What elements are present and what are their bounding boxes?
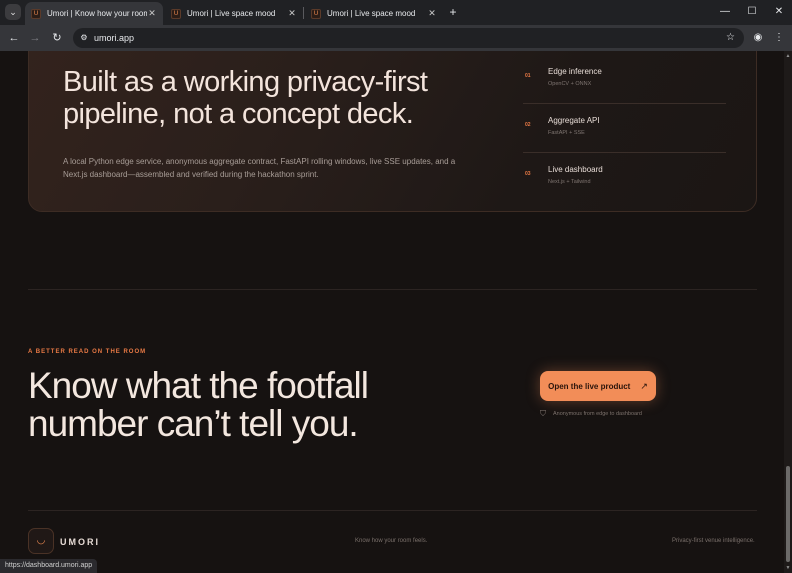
umori-favicon: U — [311, 8, 321, 19]
card-description: A local Python edge service, anonymous a… — [63, 157, 456, 179]
step-number: 03 — [525, 171, 531, 177]
close-icon[interactable]: ✕ — [287, 8, 297, 19]
pipeline-card: Built as a working privacy-first pipelin… — [28, 51, 757, 212]
cta-headline: Know what the footfall number can’t tell… — [28, 365, 369, 444]
page-scrollbar[interactable]: ▲ ▼ — [784, 51, 792, 573]
tab-title: Umori | Live space mood — [327, 9, 416, 18]
tab-umori-know[interactable]: U Umori | Know how your room feels ✕ — [25, 2, 163, 25]
step-tech: OpenCV + ONNX — [548, 81, 592, 87]
pipeline-step: 02 Aggregate API FastAPI + SSE — [523, 104, 726, 153]
step-number: 01 — [525, 73, 531, 79]
cta-note: ⛉ Anonymous from edge to dashboard — [540, 409, 642, 419]
umori-favicon: U — [171, 8, 181, 19]
step-name: Aggregate API — [548, 116, 600, 125]
card-title: Built as a working privacy-first pipelin… — [63, 66, 428, 130]
umori-favicon: U — [31, 8, 41, 19]
footer-tagline: Know how your room feels. — [355, 538, 428, 544]
chevron-down-icon[interactable]: ⌄ — [5, 4, 21, 20]
url-text[interactable]: umori.app — [94, 32, 134, 44]
tab-title: Umori | Live space mood — [187, 9, 276, 18]
scrollbar-thumb[interactable] — [786, 466, 790, 562]
step-name: Edge inference — [548, 67, 602, 76]
new-tab-button[interactable]: + — [447, 5, 459, 19]
tab-strip: ⌄ U Umori | Know how your room feels ✕ U… — [0, 0, 792, 25]
close-icon[interactable]: ✕ — [147, 8, 157, 19]
step-tech: FastAPI + SSE — [548, 130, 585, 136]
step-number: 02 — [525, 122, 531, 128]
cta-note-text: Anonymous from edge to dashboard — [553, 411, 642, 417]
window-close-icon[interactable]: ✕ — [772, 5, 786, 19]
tab-umori-live-2[interactable]: U Umori | Live space mood ✕ — [305, 2, 443, 25]
maximize-icon[interactable]: ☐ — [745, 5, 759, 19]
cta-button-label: Open the live product — [548, 381, 631, 391]
shield-icon: ⛉ — [540, 409, 546, 418]
open-live-product-button[interactable]: Open the live product ↗ — [540, 371, 656, 401]
minimize-icon[interactable]: — — [718, 5, 732, 19]
footer-right-text: Privacy-first venue intelligence. — [672, 538, 755, 544]
pipeline-steps: 01 Edge inference OpenCV + ONNX 02 Aggre… — [523, 55, 726, 202]
pipeline-step: 01 Edge inference OpenCV + ONNX — [523, 55, 726, 104]
step-tech: Next.js + Tailwind — [548, 179, 591, 185]
scroll-up-icon[interactable]: ▲ — [785, 53, 791, 59]
star-icon[interactable]: ☆ — [726, 31, 735, 45]
browser-toolbar: ← → ↻ ⚙ umori.app ☆ ◉ ⋮ — [0, 25, 792, 51]
tab-umori-live-1[interactable]: U Umori | Live space mood ✕ — [165, 2, 303, 25]
pipeline-step: 03 Live dashboard Next.js + Tailwind — [523, 153, 726, 202]
section-divider — [28, 289, 757, 290]
profile-icon[interactable]: ◉ — [750, 30, 766, 46]
tune-icon[interactable]: ⚙ — [78, 32, 90, 44]
umori-logo-icon[interactable]: ◡ — [28, 528, 54, 554]
reload-icon[interactable]: ↻ — [49, 30, 65, 46]
footer-brand[interactable]: UMORI — [60, 537, 100, 547]
kebab-menu-icon[interactable]: ⋮ — [771, 30, 787, 46]
arrow-up-right-icon: ↗ — [640, 380, 648, 391]
tab-title: Umori | Know how your room feels — [47, 9, 147, 18]
forward-arrow-icon[interactable]: → — [27, 30, 43, 46]
status-url-bubble: https://dashboard.umori.app — [0, 559, 98, 573]
address-bar[interactable]: ⚙ umori.app ☆ — [73, 28, 744, 48]
footer-divider — [28, 510, 757, 511]
page-viewport: Built as a working privacy-first pipelin… — [0, 51, 784, 573]
cta-eyebrow: A BETTER READ ON THE ROOM — [28, 349, 147, 355]
step-name: Live dashboard — [548, 165, 603, 174]
back-arrow-icon[interactable]: ← — [6, 30, 22, 46]
tab-separator — [303, 7, 304, 19]
scroll-down-icon[interactable]: ▼ — [785, 565, 791, 571]
close-icon[interactable]: ✕ — [427, 8, 437, 19]
